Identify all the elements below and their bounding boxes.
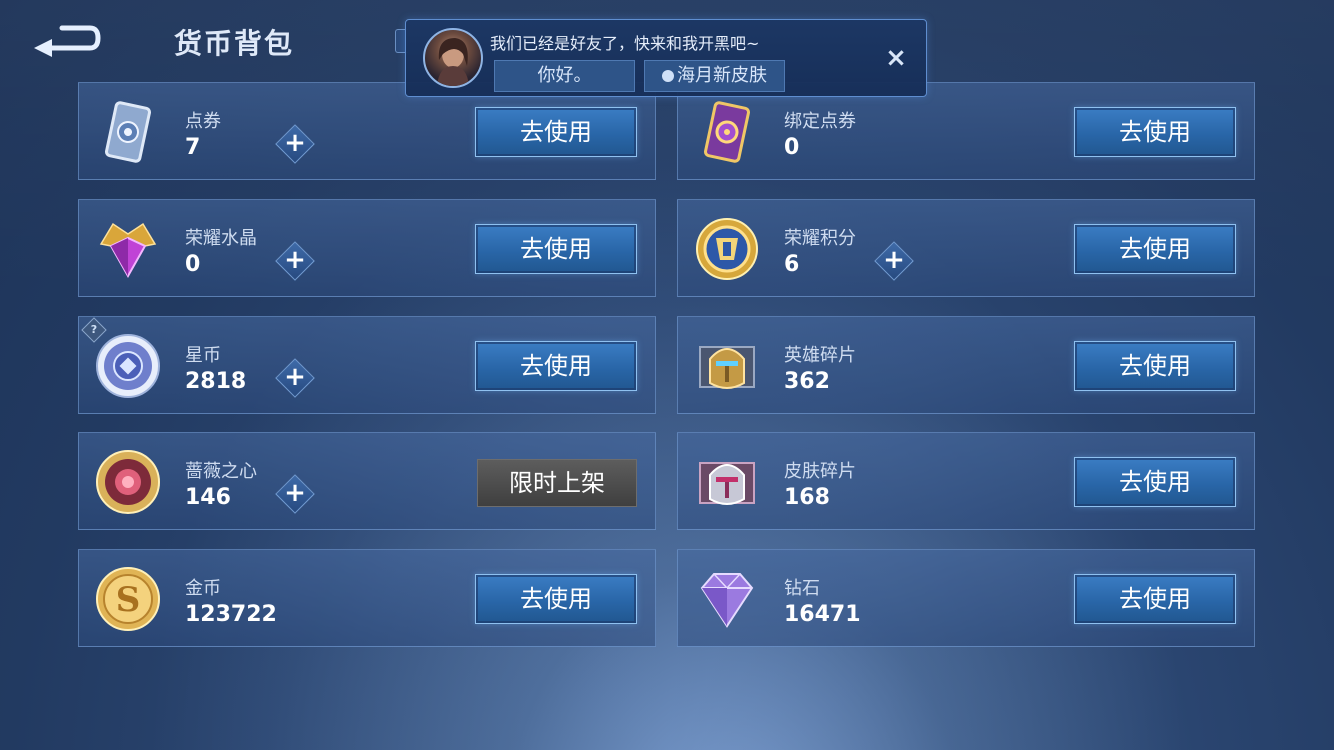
currency-name: 钻石 (784, 578, 820, 599)
crystal-icon (99, 222, 157, 279)
currency-name: 蔷薇之心 (185, 461, 257, 482)
rose-heart-icon (96, 450, 160, 514)
use-voucher-button[interactable]: 去使用 (475, 107, 637, 157)
add-honor-points-button[interactable] (874, 241, 914, 281)
use-bound-voucher-button[interactable]: 去使用 (1074, 107, 1236, 157)
use-gold-button[interactable]: 去使用 (475, 574, 637, 624)
currency-card-gold: S 金币 123722 去使用 (78, 549, 656, 647)
use-skin-fragment-button[interactable]: 去使用 (1074, 457, 1236, 507)
close-icon[interactable]: × (884, 45, 908, 71)
currency-name: 点券 (185, 111, 221, 132)
use-crystal-button[interactable]: 去使用 (475, 224, 637, 274)
currency-amount: 7 (185, 135, 201, 160)
currency-card-honor-points: 荣耀积分 6 去使用 (677, 199, 1255, 297)
use-diamond-button[interactable]: 去使用 (1074, 574, 1236, 624)
avatar-image (437, 38, 469, 86)
currency-card-star-coin: ? 星币 2818 去使用 (78, 316, 656, 414)
currency-card-diamond: 钻石 16471 去使用 (677, 549, 1255, 647)
currency-amount: 2818 (185, 369, 247, 394)
quick-reply-hello[interactable]: 你好。 (494, 60, 635, 92)
svg-text:S: S (116, 580, 141, 620)
back-arrow-icon (34, 25, 101, 57)
friend-avatar[interactable] (423, 28, 483, 88)
honor-points-icon (696, 218, 758, 280)
currency-amount: 146 (185, 485, 231, 510)
currency-amount: 362 (784, 369, 830, 394)
currency-name: 皮肤碎片 (784, 461, 856, 482)
currency-name: 荣耀水晶 (185, 228, 257, 249)
gold-coin-icon: S (96, 567, 160, 631)
currency-amount: 0 (784, 135, 800, 160)
bound-voucher-icon (704, 101, 750, 163)
hero-fragment-icon (699, 346, 755, 389)
currency-name: 荣耀积分 (784, 228, 856, 249)
star-coin-icon (96, 334, 160, 398)
use-hero-fragment-button[interactable]: 去使用 (1074, 341, 1236, 391)
emoji-icon (662, 70, 674, 82)
page-title: 货币背包 (174, 27, 295, 60)
use-honor-points-button[interactable]: 去使用 (1074, 224, 1236, 274)
currency-name: 绑定点券 (784, 111, 856, 132)
currency-amount: 123722 (185, 602, 277, 627)
currency-amount: 6 (784, 252, 800, 277)
add-rose-heart-button[interactable] (275, 474, 315, 514)
currency-card-hero-fragment: 英雄碎片 362 去使用 (677, 316, 1255, 414)
currency-amount: 0 (185, 252, 201, 277)
currency-card-skin-fragment: 皮肤碎片 168 去使用 (677, 432, 1255, 530)
add-star-coin-button[interactable] (275, 358, 315, 398)
quick-reply-label: 海月新皮肤 (677, 65, 767, 86)
diamond-icon (700, 573, 754, 628)
currency-name: 英雄碎片 (784, 345, 856, 366)
use-star-coin-button[interactable]: 去使用 (475, 341, 637, 391)
currency-card-rose-heart: 蔷薇之心 146 限时上架 (78, 432, 656, 530)
add-crystal-button[interactable] (275, 241, 315, 281)
skin-fragment-icon (699, 462, 755, 505)
notification-message: 我们已经是好友了，快来和我开黑吧~ (490, 34, 760, 53)
back-button[interactable] (32, 22, 102, 58)
voucher-icon (105, 101, 151, 163)
quick-reply-skin[interactable]: 海月新皮肤 (644, 60, 785, 92)
currency-amount: 16471 (784, 602, 861, 627)
currency-amount: 168 (784, 485, 830, 510)
friend-notification: 我们已经是好友了，快来和我开黑吧~ 你好。 海月新皮肤 × (405, 19, 927, 97)
limited-release-button: 限时上架 (477, 459, 637, 507)
currency-card-crystal: 荣耀水晶 0 去使用 (78, 199, 656, 297)
currency-name: 星币 (185, 345, 221, 366)
currency-name: 金币 (185, 578, 221, 599)
add-voucher-button[interactable] (275, 124, 315, 164)
